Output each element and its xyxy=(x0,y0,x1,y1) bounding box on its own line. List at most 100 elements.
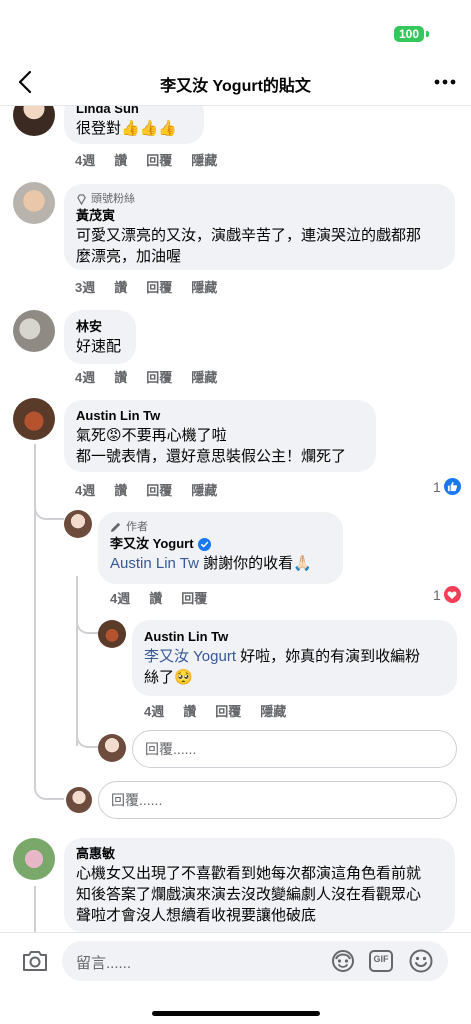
comment-bubble[interactable]: Austin Lin Tw 李又汝 Yogurt 好啦，妳真的有演到收編粉 絲了… xyxy=(132,620,457,696)
avatar-sticker-icon xyxy=(332,950,354,972)
comment-text: 李又汝 Yogurt 好啦，妳真的有演到收編粉 xyxy=(144,646,445,667)
comment-placeholder: 留言...... xyxy=(76,955,132,972)
top-fan-badge: 頭號粉絲 xyxy=(76,191,443,207)
comments-feed[interactable]: Linda Sun 很登對👍👍👍 4週 讚 回覆 隱藏 頭號粉絲 黃茂寅 可愛又… xyxy=(0,106,471,932)
avatar[interactable] xyxy=(13,310,55,352)
comment-time: 4週 xyxy=(110,591,131,606)
comment-composer: 留言...... GIF xyxy=(0,932,471,1024)
hide-link[interactable]: 隱藏 xyxy=(260,701,286,720)
comment-actions: 4週 讚 回覆 隱藏 xyxy=(75,480,217,499)
comment-text: 心機女又出現了不喜歡看到她每次都演這角色看前就 xyxy=(76,865,422,882)
comment-text: 絲了🥺 xyxy=(144,669,193,686)
like-link[interactable]: 讚 xyxy=(114,277,127,296)
reply-placeholder: 回覆...... xyxy=(111,792,163,808)
thread-line-main xyxy=(34,886,36,932)
reaction-count-value: 1 xyxy=(433,586,441,603)
comment-text: 都一號表情，還好意思裝假公主！爛死了 xyxy=(76,448,347,465)
author-badge: 作者 xyxy=(110,519,331,535)
comment-author[interactable]: Linda Sun xyxy=(76,106,192,118)
mention-link[interactable]: Austin Lin Tw xyxy=(110,555,199,572)
reply-link[interactable]: 回覆 xyxy=(146,367,172,386)
mention-link[interactable]: 李又汝 Yogurt xyxy=(144,648,236,665)
badge-label: 作者 xyxy=(126,521,148,533)
like-link[interactable]: 讚 xyxy=(149,588,162,607)
avatar[interactable] xyxy=(13,182,55,224)
thread-connector xyxy=(76,718,100,748)
comment-text-body: 謝謝你的收看🙏🏻 xyxy=(198,555,312,572)
avatar[interactable] xyxy=(13,398,55,440)
current-user-avatar xyxy=(98,734,126,762)
more-dots-icon xyxy=(434,79,456,85)
comment-actions: 4週 讚 回覆 隱藏 xyxy=(75,367,217,386)
comment-author[interactable]: 林安 xyxy=(76,318,124,336)
avatar-sticker-button[interactable] xyxy=(330,948,356,974)
thread-connector xyxy=(34,766,64,800)
reaction-count[interactable]: 1 xyxy=(433,478,461,495)
avatar[interactable] xyxy=(98,620,126,648)
comment-actions: 4週 讚 回覆 隱藏 xyxy=(75,150,217,169)
hide-link[interactable]: 隱藏 xyxy=(191,480,217,499)
comment-time: 3週 xyxy=(75,280,96,295)
reply-input[interactable]: 回覆...... xyxy=(98,781,457,819)
comment-text: 很登對👍👍👍 xyxy=(76,120,178,137)
status-bar: 100 xyxy=(0,0,471,58)
hide-link[interactable]: 隱藏 xyxy=(191,367,217,386)
diamond-icon xyxy=(77,193,86,205)
comment-author[interactable]: 高惠敏 xyxy=(76,845,443,863)
comment-bubble[interactable]: 作者 李又汝 Yogurt Austin Lin Tw 謝謝你的收看🙏🏻 xyxy=(98,512,343,584)
comment-text: 知後答案了爛戲演來演去沒改變編劇人沒在看觀眾心 xyxy=(76,886,422,903)
like-link[interactable]: 讚 xyxy=(114,480,127,499)
comment-bubble[interactable]: 林安 好速配 xyxy=(64,310,136,364)
reply-link[interactable]: 回覆 xyxy=(215,701,241,720)
comment-text: 麼漂亮，加油喔 xyxy=(76,248,182,265)
comment-author[interactable]: Austin Lin Tw xyxy=(144,628,445,646)
gif-button[interactable]: GIF xyxy=(368,948,394,974)
heart-icon xyxy=(443,586,461,603)
avatar[interactable] xyxy=(64,510,92,538)
like-link[interactable]: 讚 xyxy=(114,150,127,169)
comment-input[interactable]: 留言...... GIF xyxy=(62,941,448,981)
comment-author[interactable]: 黃茂寅 xyxy=(76,207,443,225)
like-link[interactable]: 讚 xyxy=(114,367,127,386)
hide-link[interactable]: 隱藏 xyxy=(191,277,217,296)
reply-link[interactable]: 回覆 xyxy=(181,588,207,607)
camera-icon xyxy=(23,951,47,971)
thread-connector xyxy=(76,606,100,634)
author-name[interactable]: 李又汝 Yogurt xyxy=(110,535,194,553)
home-indicator xyxy=(152,1011,320,1016)
page-title: 李又汝 Yogurt的貼文 xyxy=(160,78,311,95)
reaction-count-value: 1 xyxy=(433,478,441,495)
comment-bubble[interactable]: 高惠敏 心機女又出現了不喜歡看到她每次都演這角色看前就 知後答案了爛戲演來演去沒… xyxy=(64,838,455,932)
avatar[interactable] xyxy=(13,106,55,136)
hide-link[interactable]: 隱藏 xyxy=(191,150,217,169)
reply-link[interactable]: 回覆 xyxy=(146,150,172,169)
comment-author[interactable]: 李又汝 Yogurt xyxy=(110,535,331,553)
comment-text: 聲啦才會沒人想續看收視要讓他破底 xyxy=(76,907,317,924)
comment-bubble[interactable]: 頭號粉絲 黃茂寅 可愛又漂亮的又汝，演戲辛苦了，連演哭泣的戲都那 麼漂亮，加油喔 xyxy=(64,184,455,270)
comment-text: 氣死😡不要再心機了啦 xyxy=(76,427,227,444)
camera-button[interactable] xyxy=(20,947,50,975)
reply-link[interactable]: 回覆 xyxy=(146,480,172,499)
reply-input[interactable]: 回覆...... xyxy=(132,730,457,768)
comment-time: 4週 xyxy=(75,370,96,385)
pencil-icon xyxy=(111,522,121,532)
comment-bubble[interactable]: Austin Lin Tw 氣死😡不要再心機了啦 都一號表情，還好意思裝假公主！… xyxy=(64,400,376,472)
more-options-button[interactable] xyxy=(433,70,457,94)
verified-badge-icon xyxy=(197,537,211,551)
avatar[interactable] xyxy=(13,838,55,880)
comment-time: 4週 xyxy=(75,483,96,498)
emoji-icon xyxy=(409,949,433,973)
emoji-button[interactable] xyxy=(408,948,434,974)
comment-bubble[interactable]: Linda Sun 很登對👍👍👍 xyxy=(64,106,204,144)
current-user-avatar xyxy=(66,787,92,813)
post-header: 李又汝 Yogurt的貼文 xyxy=(0,58,471,106)
battery-indicator: 100 xyxy=(394,26,424,42)
thumbs-up-icon xyxy=(443,478,461,495)
comment-actions: 3週 讚 回覆 隱藏 xyxy=(75,277,217,296)
comment-author[interactable]: Austin Lin Tw xyxy=(76,407,364,425)
reply-link[interactable]: 回覆 xyxy=(146,277,172,296)
comment-text-body: 好啦，妳真的有演到收編粉 xyxy=(236,648,421,665)
like-link[interactable]: 讚 xyxy=(183,701,196,720)
reaction-count[interactable]: 1 xyxy=(433,586,461,603)
gif-label: GIF xyxy=(373,954,389,964)
